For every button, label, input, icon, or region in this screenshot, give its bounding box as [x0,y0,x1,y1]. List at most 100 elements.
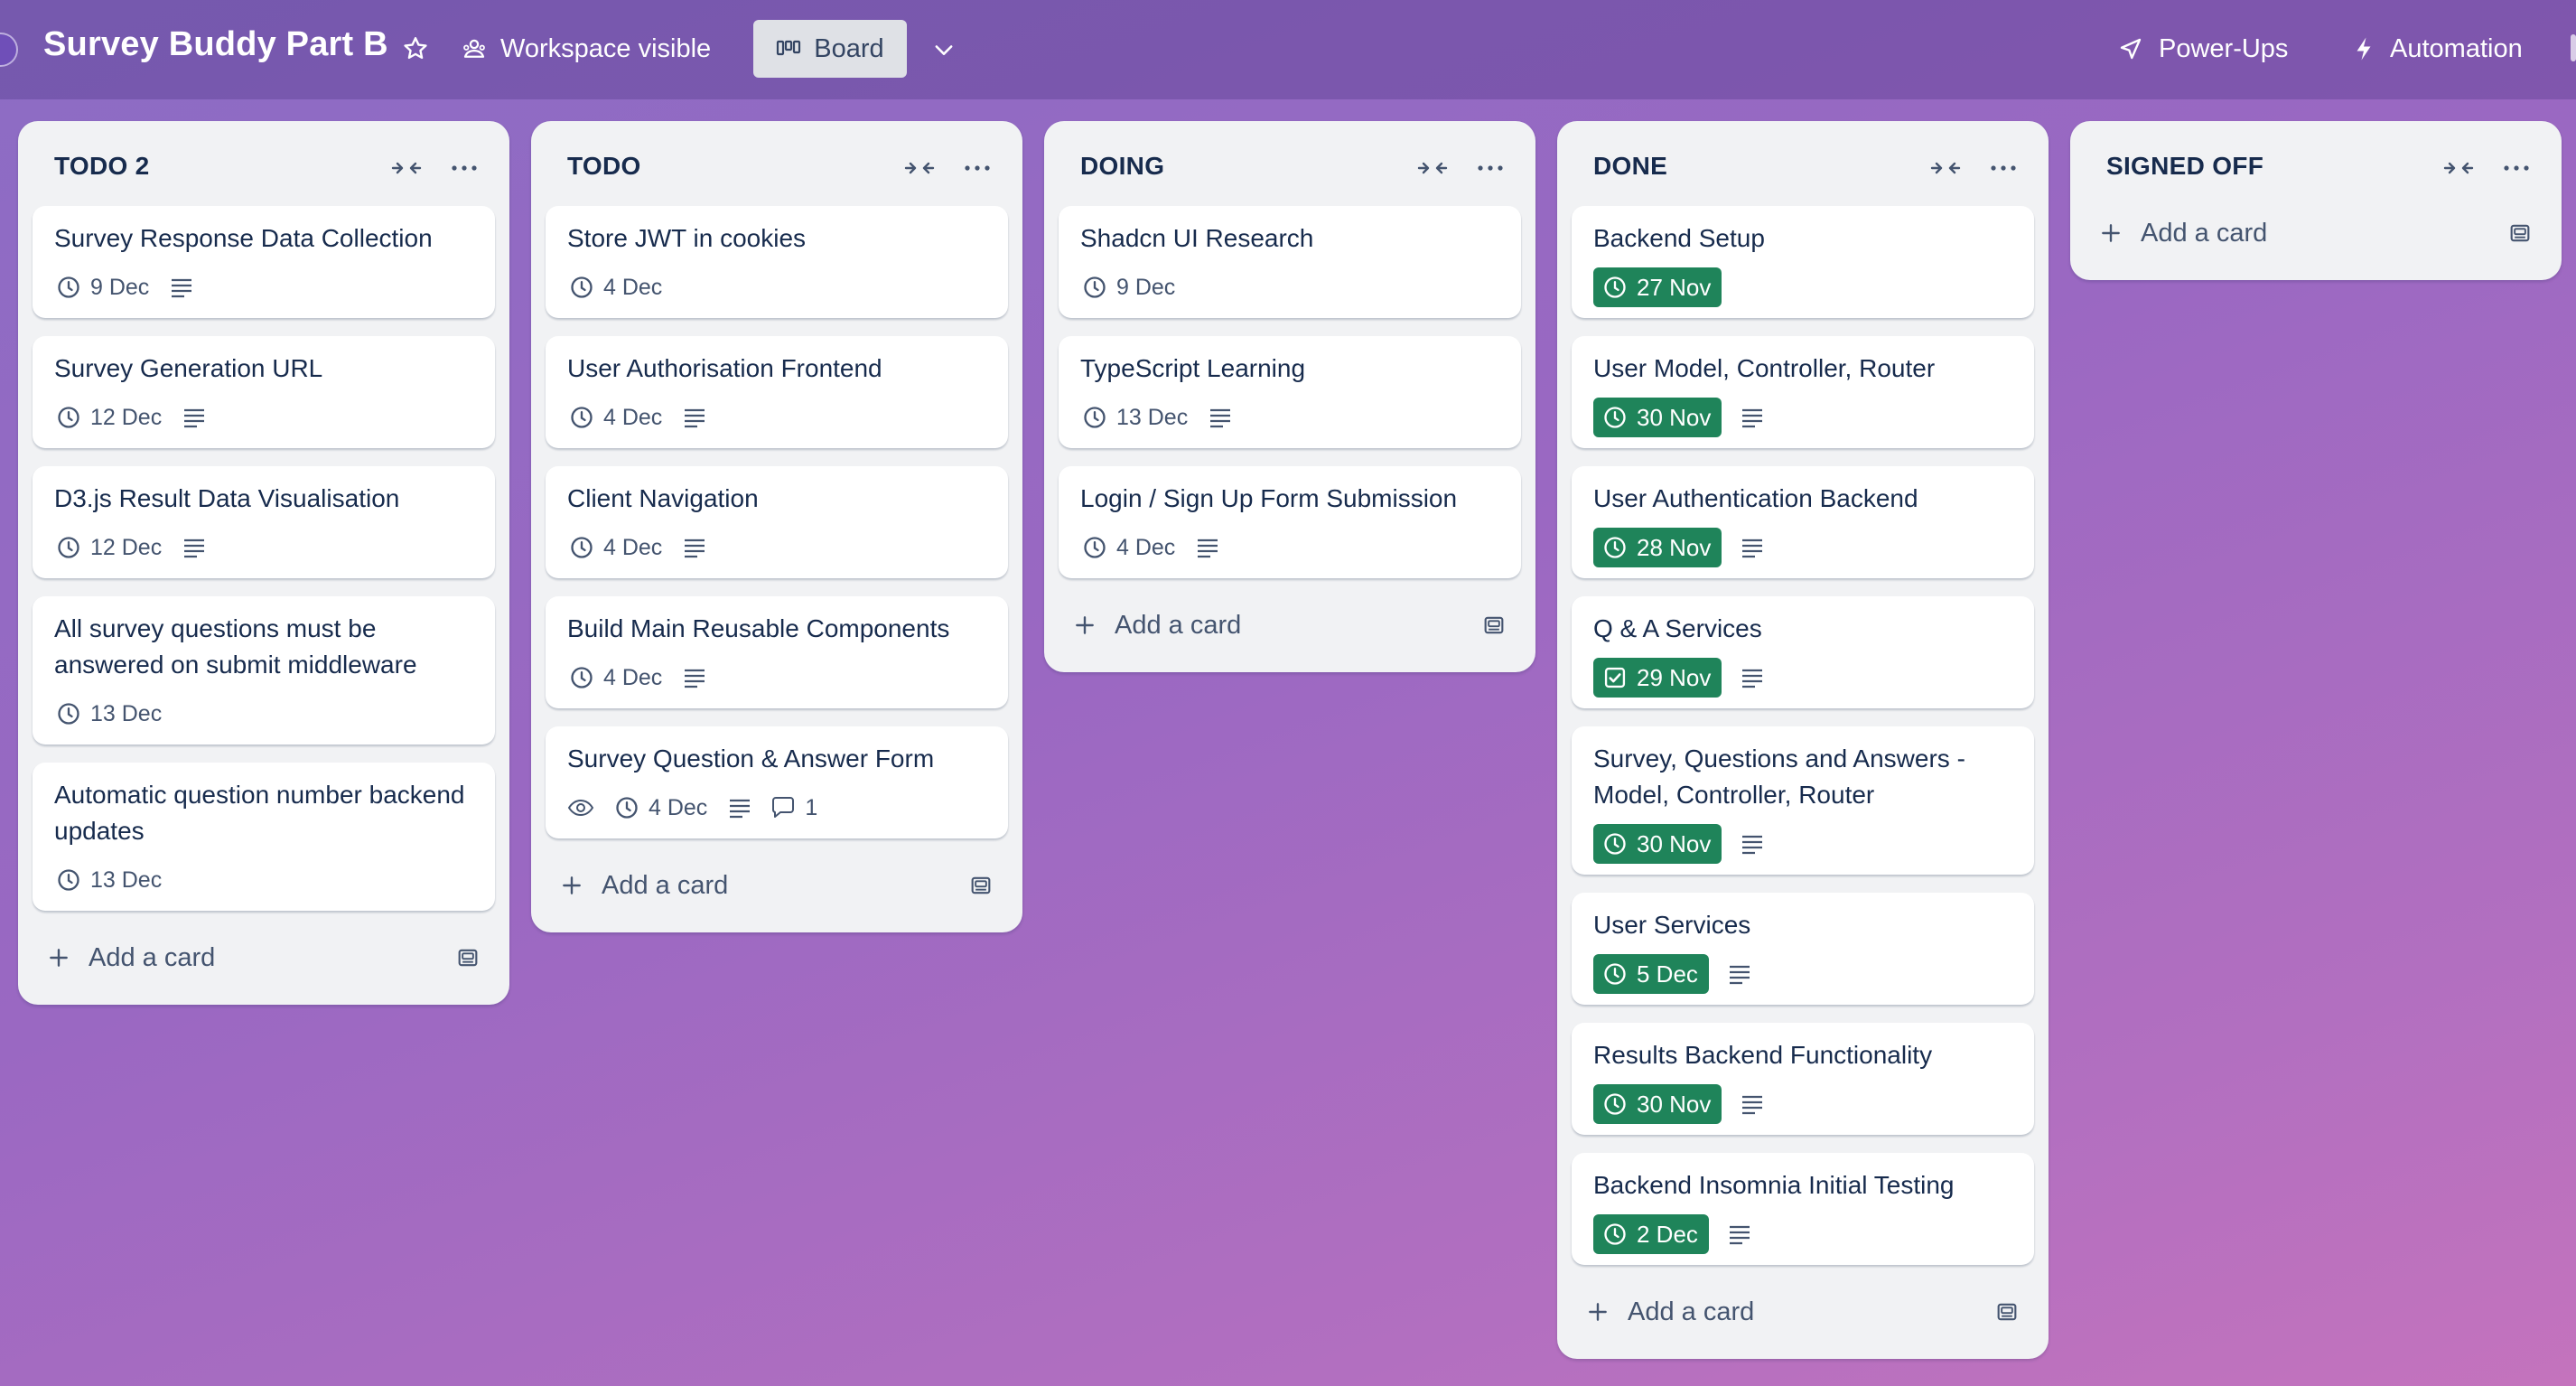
card[interactable]: Build Main Reusable Components 4 Dec [546,596,1008,708]
card[interactable]: Q & A Services 29 Nov [1572,596,2034,708]
due-date-badge[interactable]: 4 Dec [567,535,664,561]
due-date-complete-badge[interactable]: 5 Dec [1593,954,1709,994]
card-title: User Authorisation Frontend [567,354,882,382]
card-badges: 30 Nov [1593,822,1765,866]
card[interactable]: All survey questions must be answered on… [33,596,495,745]
card-title: Results Backend Functionality [1593,1041,1933,1069]
card-badges: 13 Dec [1080,396,1233,439]
due-date-complete-badge[interactable]: 29 Nov [1593,658,1722,698]
automation-button[interactable]: Automation [2352,27,2523,70]
description-icon [182,537,207,558]
more-icon[interactable] [1983,148,2023,188]
list-title[interactable]: DOING [1080,152,1164,181]
more-icon[interactable] [1470,148,1510,188]
due-date-badge[interactable]: 4 Dec [567,405,664,431]
template-icon[interactable] [2504,217,2536,249]
add-card-label: Add a card [1115,610,1242,640]
due-date-badge[interactable]: 4 Dec [612,795,709,821]
plus-icon [1073,613,1097,637]
collapse-icon[interactable] [1926,148,1965,188]
board-view-button[interactable]: Board [753,20,907,78]
board-title[interactable]: Survey Buddy Part B [43,25,388,64]
add-card-button[interactable]: Add a card [546,860,1008,911]
clock-icon [56,275,81,300]
due-date-badge[interactable]: 4 Dec [567,275,664,301]
card[interactable]: Shadcn UI Research 9 Dec [1059,206,1521,318]
due-date-complete-badge[interactable]: 30 Nov [1593,1084,1722,1124]
description-icon [727,797,752,819]
collapse-icon[interactable] [387,148,426,188]
clock-icon [56,535,81,560]
star-icon[interactable] [397,31,434,67]
template-icon[interactable] [1991,1296,2023,1328]
collapse-icon[interactable] [1413,148,1452,188]
power-ups-button[interactable]: Power-Ups [2117,27,2288,70]
due-date-badge[interactable]: 9 Dec [54,275,151,301]
due-date-badge[interactable]: 9 Dec [1080,275,1177,301]
due-date-complete-badge[interactable]: 30 Nov [1593,824,1722,864]
more-icon[interactable] [2497,148,2536,188]
plus-icon [560,874,583,897]
collapse-icon[interactable] [2439,148,2478,188]
plus-icon [2099,221,2123,245]
due-date-complete-badge[interactable]: 28 Nov [1593,528,1722,567]
card[interactable]: Automatic question number backend update… [33,763,495,911]
card[interactable]: TypeScript Learning 13 Dec [1059,336,1521,448]
card[interactable]: D3.js Result Data Visualisation 12 Dec [33,466,495,578]
list-header: DONE [1557,121,2049,206]
due-date-badge[interactable]: 12 Dec [54,535,163,561]
list-title[interactable]: DONE [1593,152,1667,181]
card[interactable]: Login / Sign Up Form Submission 4 Dec [1059,466,1521,578]
due-date: 9 Dec [1116,274,1176,300]
more-icon[interactable] [444,148,484,188]
template-icon[interactable] [965,869,997,902]
visibility-button[interactable]: Workspace visible [461,27,711,70]
card[interactable]: Survey, Questions and Answers - Model, C… [1572,726,2034,875]
due-date-badge[interactable]: 13 Dec [54,867,163,894]
card[interactable]: Backend Setup 27 Nov [1572,206,2034,318]
add-card-button[interactable]: Add a card [33,932,495,983]
collapse-icon[interactable] [900,148,939,188]
template-icon[interactable] [452,941,484,974]
card[interactable]: User Services 5 Dec [1572,893,2034,1005]
due-date: 4 Dec [603,534,663,560]
more-icon[interactable] [957,148,997,188]
list-done: DONE Backend Setup 27 Nov User Model, Co… [1557,121,2049,1359]
due-date-complete-badge[interactable]: 30 Nov [1593,398,1722,437]
clock-icon [1602,535,1628,560]
card[interactable]: Survey Generation URL 12 Dec [33,336,495,448]
description-icon [1740,667,1765,688]
due-date: 28 Nov [1637,533,1712,561]
add-card-button[interactable]: Add a card [1059,600,1521,651]
list-title[interactable]: TODO [567,152,641,181]
add-card-button[interactable]: Add a card [2085,208,2547,258]
card[interactable]: Results Backend Functionality 30 Nov [1572,1023,2034,1135]
due-date-badge[interactable]: 12 Dec [54,405,163,431]
card[interactable]: Survey Question & Answer Form 4 Dec 1 [546,726,1008,838]
card[interactable]: User Model, Controller, Router 30 Nov [1572,336,2034,448]
card-title: Survey Question & Answer Form [567,745,935,773]
card[interactable]: Backend Insomnia Initial Testing 2 Dec [1572,1153,2034,1265]
add-card-button[interactable]: Add a card [1572,1287,2034,1337]
card-badges: 9 Dec [1080,266,1177,309]
clock-icon [1602,961,1628,987]
list-title[interactable]: SIGNED OFF [2106,152,2263,181]
workspace-avatar[interactable] [0,33,18,67]
card[interactable]: Store JWT in cookies 4 Dec [546,206,1008,318]
due-date-badge[interactable]: 4 Dec [1080,535,1177,561]
card[interactable]: Client Navigation 4 Dec [546,466,1008,578]
card[interactable]: User Authentication Backend 28 Nov [1572,466,2034,578]
template-icon[interactable] [1478,609,1510,641]
due-date-complete-badge[interactable]: 27 Nov [1593,267,1722,307]
card[interactable]: User Authorisation Frontend 4 Dec [546,336,1008,448]
card[interactable]: Survey Response Data Collection 9 Dec [33,206,495,318]
card-title: Q & A Services [1593,614,1762,642]
due-date-badge[interactable]: 13 Dec [54,701,163,727]
due-date-badge[interactable]: 13 Dec [1080,405,1190,431]
card-title: Survey, Questions and Answers - Model, C… [1593,745,1965,809]
due-date-complete-badge[interactable]: 2 Dec [1593,1214,1709,1254]
list-title[interactable]: TODO 2 [54,152,150,181]
due-date-badge[interactable]: 4 Dec [567,665,664,691]
chevron-down-icon[interactable] [925,31,963,69]
list-header: TODO [531,121,1022,206]
